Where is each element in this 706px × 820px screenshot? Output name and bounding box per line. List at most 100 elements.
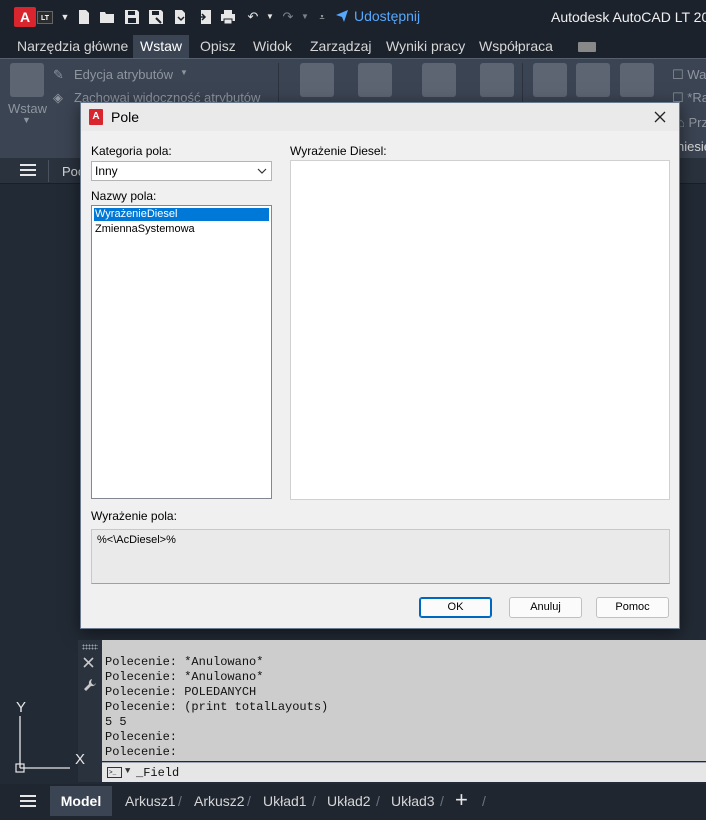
- insert-dropdown-icon[interactable]: ▼: [22, 115, 31, 125]
- tab-separator: /: [178, 793, 182, 809]
- tab-separator: /: [247, 793, 251, 809]
- tab-layout-2[interactable]: Układ2: [327, 793, 371, 809]
- tab-model[interactable]: Model: [50, 786, 112, 816]
- hamburger-menu-icon[interactable]: [20, 164, 36, 178]
- ribbon-minimize-icon[interactable]: [578, 42, 596, 52]
- share-button[interactable]: Udostępnij: [335, 8, 420, 24]
- title-bar: A LT ▼ ↶ ▼ ↷ ▼ ⩡ Udostępnij Autodesk Aut…: [0, 0, 706, 34]
- dialog-title-bar: A Pole: [81, 103, 679, 131]
- diesel-label: Wyrażenie Diesel:: [290, 144, 387, 158]
- command-input-row[interactable]: >_ ▼ _Field: [102, 762, 706, 782]
- tab-sheet-1[interactable]: Arkusz1: [125, 793, 176, 809]
- undo-dropdown-icon[interactable]: ▼: [262, 9, 278, 25]
- tab-separator: /: [440, 793, 444, 809]
- close-button[interactable]: [649, 107, 671, 127]
- define-attributes-icon[interactable]: [422, 63, 456, 97]
- create-block-icon[interactable]: [300, 63, 334, 97]
- lt-badge: LT: [37, 11, 53, 24]
- tab-output[interactable]: Wyniki pracy: [386, 38, 465, 54]
- category-label: Kategoria pola:: [91, 144, 172, 158]
- command-prompt-icon[interactable]: >_: [107, 767, 122, 778]
- tab-home[interactable]: Narzędzia główne: [17, 38, 128, 54]
- adjust-icon[interactable]: [620, 63, 654, 97]
- help-button[interactable]: Pomoc: [596, 597, 669, 618]
- tab-sheet-2[interactable]: Arkusz2: [194, 793, 245, 809]
- redo-icon[interactable]: ↷: [280, 9, 296, 25]
- block-editor-icon[interactable]: [480, 63, 514, 97]
- field-expression-box: %<\AcDiesel>%: [91, 529, 670, 584]
- close-icon: [654, 111, 666, 123]
- ucs-x-label: X: [75, 751, 85, 768]
- list-item-diesel-expression[interactable]: WyrażenieDiesel: [94, 208, 269, 221]
- clip-icon[interactable]: [576, 63, 610, 97]
- drag-grip-icon[interactable]: [82, 644, 98, 650]
- field-expression-value: %<\AcDiesel>%: [97, 534, 176, 546]
- chevron-down-icon[interactable]: ▼: [125, 766, 130, 776]
- history-line: Polecenie:: [105, 730, 178, 744]
- share-icon: [336, 10, 348, 22]
- attach-icon[interactable]: [533, 63, 567, 97]
- field-dialog: A Pole Kategoria pola: Inny Nazwy pola: …: [80, 102, 680, 629]
- dialog-title: Pole: [111, 109, 140, 125]
- tab-layout-1[interactable]: Układ1: [263, 793, 307, 809]
- command-input[interactable]: _Field: [136, 766, 179, 780]
- open-icon[interactable]: [99, 9, 115, 25]
- save-icon[interactable]: [124, 9, 140, 25]
- layout-menu-icon[interactable]: [20, 795, 36, 809]
- ribbon-fragment-4[interactable]: niesie: [677, 139, 706, 154]
- field-names-list[interactable]: WyrażenieDiesel ZmiennaSystemowa: [91, 205, 272, 499]
- tab-layout-3[interactable]: Układ3: [391, 793, 435, 809]
- ucs-icon: Y X: [0, 690, 100, 780]
- keep-visibility-icon: ◈: [53, 90, 63, 105]
- add-layout-button[interactable]: +: [455, 789, 468, 811]
- insert-block-icon[interactable]: [10, 63, 44, 97]
- edit-attributes-dropdown-icon[interactable]: ▼: [180, 68, 188, 77]
- redo-dropdown-icon[interactable]: ▼: [297, 9, 313, 25]
- list-item-system-variable[interactable]: ZmiennaSystemowa: [94, 223, 269, 236]
- app-logo[interactable]: A: [14, 7, 36, 27]
- publish-icon[interactable]: [172, 9, 188, 25]
- app-menu-chevron-icon[interactable]: ▼: [57, 9, 73, 25]
- chevron-down-icon: [257, 162, 267, 187]
- tab-manage[interactable]: Zarządzaj: [310, 38, 371, 54]
- tab-separator: /: [482, 793, 486, 809]
- diesel-expression-input[interactable]: [290, 160, 670, 500]
- ribbon-fragment-1[interactable]: ☐ Wa: [672, 67, 706, 83]
- tab-separator: /: [376, 793, 380, 809]
- names-label: Nazwy pola:: [91, 189, 157, 203]
- category-select[interactable]: Inny: [91, 161, 272, 181]
- customize-icon[interactable]: ⩡: [314, 9, 330, 25]
- history-line: Polecenie: *Anulowano*: [105, 655, 264, 669]
- history-line: Polecenie: (print totalLayouts): [105, 700, 329, 714]
- tab-collaborate[interactable]: Współpraca: [479, 38, 553, 54]
- edit-attributes-icon: ✎: [53, 67, 64, 82]
- print-icon[interactable]: [220, 9, 236, 25]
- history-line: Polecenie:: [105, 745, 178, 759]
- insert-label: Wstaw: [8, 101, 47, 116]
- tab-view[interactable]: Widok: [253, 38, 292, 54]
- ribbon-tabs: Narzędzia główne Wstaw Opisz Widok Zarzą…: [0, 34, 706, 58]
- tab-separator: /: [312, 793, 316, 809]
- block-tag-icon[interactable]: [358, 63, 392, 97]
- share-label: Udostępnij: [354, 8, 421, 24]
- save-as-icon[interactable]: [148, 9, 164, 25]
- tab-annotate[interactable]: Opisz: [200, 38, 236, 54]
- ok-button[interactable]: OK: [419, 597, 492, 618]
- close-icon[interactable]: [83, 655, 94, 671]
- app-title: Autodesk AutoCAD LT 2024: [551, 9, 706, 25]
- autocad-icon: A: [89, 109, 103, 125]
- layout-tabs-bar: Model Arkusz1 / Arkusz2 / Układ1 / Układ…: [0, 784, 706, 820]
- field-expression-label: Wyrażenie pola:: [91, 509, 177, 523]
- command-history: Polecenie: *Anulowano* Polecenie: *Anulo…: [102, 640, 706, 761]
- ribbon-fragment-3[interactable]: ⌂ Prz: [677, 115, 706, 130]
- import-icon[interactable]: [197, 9, 213, 25]
- cancel-button[interactable]: Anuluj: [509, 597, 582, 618]
- history-line: Polecenie: POLEDANYCH: [105, 685, 257, 699]
- edit-attributes-label[interactable]: Edycja atrybutów: [74, 67, 173, 82]
- tab-insert[interactable]: Wstaw: [133, 35, 189, 58]
- history-line: 5 5: [105, 715, 127, 729]
- undo-icon[interactable]: ↶: [245, 9, 261, 25]
- new-icon[interactable]: [76, 9, 92, 25]
- category-value: Inny: [95, 164, 118, 178]
- history-line: Polecenie: *Anulowano*: [105, 670, 264, 684]
